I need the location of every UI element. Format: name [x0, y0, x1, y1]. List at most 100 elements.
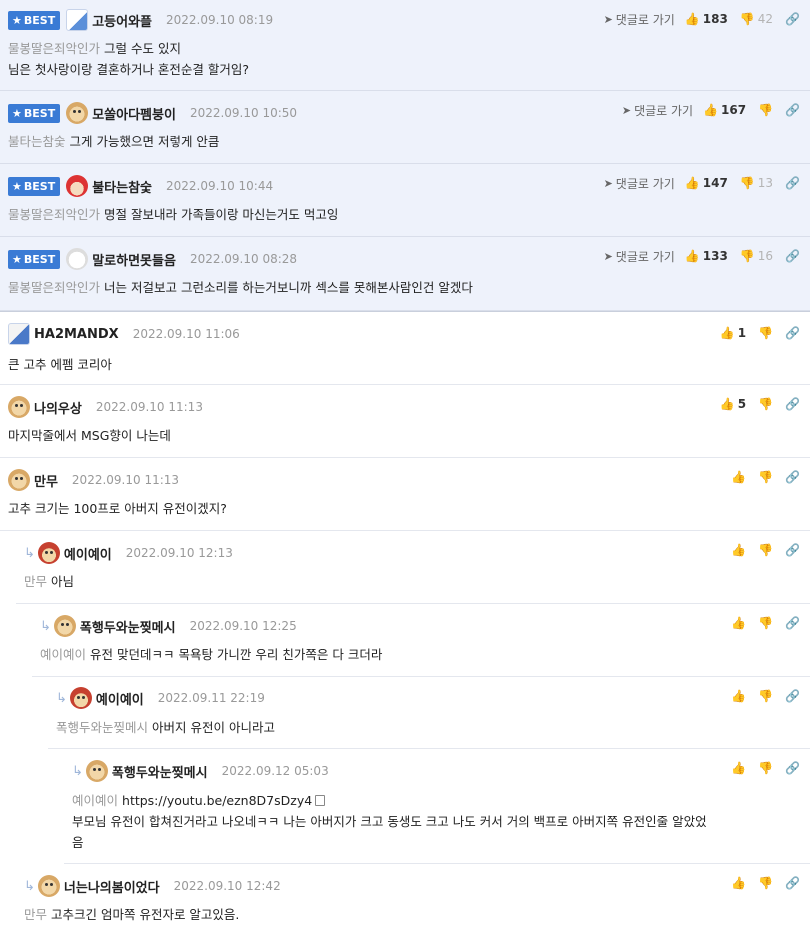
link-icon[interactable]: 🔗	[785, 397, 800, 411]
avatar[interactable]	[37, 875, 60, 897]
comment-author[interactable]: 너는나의봄이었다	[64, 877, 160, 896]
like-button[interactable]: 👍 167	[703, 103, 746, 117]
like-button[interactable]: 👍	[731, 689, 746, 703]
like-button[interactable]: 👍	[731, 761, 746, 775]
link-icon[interactable]: 🔗	[785, 761, 800, 775]
like-button[interactable]: 👍 147	[685, 176, 728, 190]
reply-target[interactable]: 폭행두와눈찢메시	[56, 720, 148, 735]
reply-target[interactable]: 물봉딸은죄악인가	[8, 207, 100, 222]
dislike-button[interactable]: 👎 13	[740, 176, 773, 190]
comment-actions: 👍 5 👎 🔗	[720, 395, 800, 413]
avatar[interactable]	[53, 615, 76, 637]
reply-arrow-icon: ↳	[24, 545, 35, 561]
comment-body: 만무 고추크긴 엄마쪽 유전자로 알고있음.	[24, 907, 240, 922]
avatar[interactable]	[66, 102, 89, 124]
avatar[interactable]	[8, 323, 30, 345]
like-button[interactable]: 👍 183	[685, 12, 728, 26]
avatar[interactable]	[69, 687, 92, 709]
dislike-button[interactable]: 👎	[758, 103, 773, 117]
external-link-icon[interactable]	[315, 795, 326, 806]
like-count: 5	[737, 397, 747, 411]
dislike-button[interactable]: 👎 42	[740, 12, 773, 26]
reply-target[interactable]: 예이예이	[72, 793, 118, 808]
comment-body: 만무 아님	[24, 574, 75, 589]
comment-date: 2022.09.10 12:13	[125, 546, 233, 560]
reply-target[interactable]: 물봉딸은죄악인가	[8, 41, 100, 56]
reply-target[interactable]: 만무	[24, 907, 47, 922]
like-button[interactable]: 👍	[731, 543, 746, 557]
avatar[interactable]	[37, 542, 60, 564]
avatar[interactable]	[85, 760, 108, 782]
send-icon: ➤	[621, 103, 632, 117]
send-icon: ➤	[603, 176, 613, 190]
comment-author[interactable]: 말로하면못들음	[92, 250, 176, 269]
dislike-button[interactable]: 👎	[758, 543, 773, 557]
avatar[interactable]	[66, 9, 89, 31]
comment-author[interactable]: 모쏠아다펨붕이	[92, 104, 176, 123]
avatar[interactable]	[8, 396, 30, 418]
like-button[interactable]: 👍	[731, 876, 746, 890]
dislike-button[interactable]: 👎	[758, 470, 773, 484]
comment-actions: ➤ 댓글로 가기 👍 147 👎 13 🔗	[604, 174, 800, 192]
link-icon[interactable]: 🔗	[785, 326, 800, 340]
like-button[interactable]: 👍 133	[685, 249, 728, 263]
comment-author[interactable]: 나의우상	[34, 398, 82, 417]
dislike-count: 16	[757, 249, 774, 263]
comment-author[interactable]: 불타는참숯	[92, 177, 152, 196]
youtube-link[interactable]: https://youtu.be/ezn8D7sDzy4	[122, 793, 312, 808]
thumbs-down-icon: 👎	[739, 176, 755, 190]
link-icon[interactable]: 🔗	[785, 543, 800, 557]
avatar[interactable]	[66, 175, 89, 197]
dislike-button[interactable]: 👎	[758, 761, 773, 775]
comment-author[interactable]: 만무	[34, 471, 58, 490]
like-button[interactable]: 👍	[731, 470, 746, 484]
dislike-button[interactable]: 👎	[758, 689, 773, 703]
link-icon[interactable]: 🔗	[785, 12, 800, 26]
reply-comment: ↳ 너는나의봄이었다 2022.09.10 12:42 👍 👎 🔗 만무 고추크긴…	[16, 864, 810, 928]
comment-author[interactable]: 폭행두와눈찢메시	[112, 762, 208, 781]
comment-actions: 👍 👎 🔗	[731, 541, 800, 559]
reply-target[interactable]: 불타는참숯	[8, 134, 66, 149]
link-icon[interactable]: 🔗	[785, 103, 800, 117]
link-icon[interactable]: 🔗	[785, 470, 800, 484]
comment-actions: 👍 👎 🔗	[731, 614, 800, 632]
dislike-button[interactable]: 👎	[758, 616, 773, 630]
comment-date: 2022.09.12 05:03	[221, 764, 329, 778]
reply-target[interactable]: 물봉딸은죄악인가	[8, 280, 100, 295]
avatar[interactable]	[8, 469, 30, 491]
thumbs-up-icon: 👍	[731, 876, 747, 890]
dislike-button[interactable]: 👎 16	[740, 249, 773, 263]
link-icon[interactable]: 🔗	[785, 176, 800, 190]
dislike-button[interactable]: 👎	[758, 397, 773, 411]
link-icon[interactable]: 🔗	[785, 689, 800, 703]
comment-author[interactable]: 폭행두와눈찢메시	[80, 617, 176, 636]
go-to-reply-link[interactable]: ➤ 댓글로 가기	[622, 102, 693, 119]
go-to-reply-link[interactable]: ➤ 댓글로 가기	[604, 175, 675, 192]
thumbs-down-icon: 👎	[758, 616, 774, 630]
like-button[interactable]: 👍 1	[720, 326, 746, 340]
like-button[interactable]: 👍	[731, 616, 746, 630]
comment-best-3: ★ BEST 불타는참숯 2022.09.10 10:44 ➤ 댓글로 가기 👍 14…	[0, 164, 810, 237]
comment-author[interactable]: 예이예이	[64, 544, 112, 563]
thumbs-down-icon: 👎	[758, 761, 774, 775]
dislike-button[interactable]: 👎	[758, 876, 773, 890]
reply-target[interactable]: 예이예이	[40, 647, 86, 662]
link-icon[interactable]: 🔗	[785, 249, 800, 263]
dislike-button[interactable]: 👎	[758, 326, 773, 340]
thumbs-down-icon: 👎	[758, 689, 774, 703]
comment-actions: 👍 👎 🔗	[731, 687, 800, 705]
avatar[interactable]	[66, 248, 89, 270]
comment-author[interactable]: 고등어와플	[92, 11, 152, 30]
comment-author[interactable]: HA2MANDX	[34, 327, 119, 342]
like-button[interactable]: 👍 5	[720, 397, 746, 411]
go-to-reply-link[interactable]: ➤ 댓글로 가기	[604, 11, 675, 28]
go-to-reply-link[interactable]: ➤ 댓글로 가기	[604, 248, 675, 265]
comment-author[interactable]: 예이예이	[96, 689, 144, 708]
comment-body: 불타는참숯 그게 가능했으면 저렇게 안큼	[8, 134, 220, 149]
reply-target[interactable]: 만무	[24, 574, 47, 589]
link-icon[interactable]: 🔗	[785, 616, 800, 630]
like-count: 147	[702, 176, 728, 190]
send-icon: ➤	[603, 249, 613, 263]
link-icon[interactable]: 🔗	[785, 876, 800, 890]
reply-arrow-icon: ↳	[72, 763, 83, 779]
